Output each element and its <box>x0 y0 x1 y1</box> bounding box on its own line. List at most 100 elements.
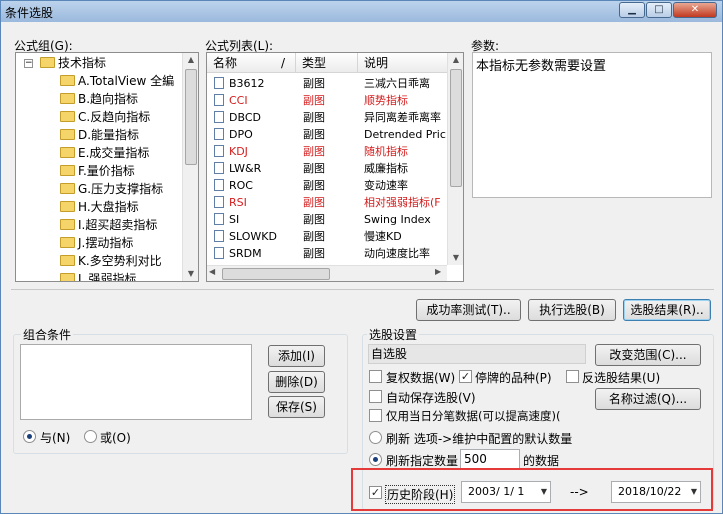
title-bar: 条件选股 ▁ □ ✕ <box>1 1 722 22</box>
maximize-button[interactable]: □ <box>646 2 672 18</box>
formula-file-icon <box>214 230 224 242</box>
formula-file-icon <box>214 162 224 174</box>
table-row[interactable]: CCI 副图 顺势指标 <box>207 92 447 109</box>
table-row[interactable]: LW&R 副图 威廉指标 <box>207 160 447 177</box>
table-row[interactable]: B3612 副图 三减六日乖离 <box>207 75 447 92</box>
table-row[interactable]: KDJ 副图 随机指标 <box>207 143 447 160</box>
cell-name: B3612 <box>229 77 265 90</box>
tree-scrollbar[interactable]: ▲ ▼ <box>182 53 198 281</box>
tree-item-label: D.能量指标 <box>78 128 140 142</box>
table-row[interactable]: ROC 副图 变动速率 <box>207 177 447 194</box>
scroll-thumb[interactable] <box>185 69 197 165</box>
add-button[interactable]: 添加(I) <box>268 345 325 367</box>
tree-item-label: B.趋向指标 <box>78 92 139 106</box>
scroll-down-icon[interactable]: ▼ <box>183 267 198 281</box>
folder-icon <box>60 111 75 122</box>
and-radio[interactable] <box>23 430 36 443</box>
cell-desc: 顺势指标 <box>364 94 408 107</box>
table-row[interactable]: DPO 副图 Detrended Pric <box>207 126 447 143</box>
success-rate-test-button[interactable]: 成功率测试(T).. <box>416 299 521 321</box>
tree-item[interactable]: C.反趋向指标 <box>60 108 150 126</box>
formula-file-icon <box>214 247 224 259</box>
params-text: 本指标无参数需要设置 <box>476 59 607 74</box>
table-row[interactable]: DBCD 副图 异同离差乖离率 <box>207 109 447 126</box>
close-button[interactable]: ✕ <box>673 2 717 18</box>
suspended-checkbox[interactable]: ✓ <box>459 370 472 383</box>
tree-item[interactable]: L.强弱指标 <box>60 270 137 281</box>
date-to-select[interactable]: 2018/10/22 ▼ <box>611 481 701 503</box>
or-radio[interactable] <box>84 430 97 443</box>
date-from-select[interactable]: 2003/ 1/ 1 ▼ <box>461 481 551 503</box>
cell-desc: 变动速率 <box>364 179 408 192</box>
table-row[interactable]: SRDM 副图 动向速度比率 <box>207 245 447 262</box>
scroll-thumb[interactable] <box>450 69 462 187</box>
and-label: 与(N) <box>40 431 71 445</box>
tree-item[interactable]: G.压力支撑指标 <box>60 180 163 198</box>
column-header-desc[interactable]: 说明 <box>358 53 448 73</box>
name-filter-button[interactable]: 名称过滤(Q)... <box>595 388 701 410</box>
cell-name: DBCD <box>229 111 261 124</box>
formula-file-icon <box>214 128 224 140</box>
cell-type: 副图 <box>303 230 325 243</box>
last-day-only-checkbox[interactable] <box>369 409 382 422</box>
cell-desc: 慢速KD <box>364 230 402 243</box>
tree-item[interactable]: A.TotalView 全編 <box>60 72 174 90</box>
scroll-up-icon[interactable]: ▲ <box>183 53 198 67</box>
range-arrow: --> <box>570 485 589 499</box>
column-header-type[interactable]: 类型 <box>296 53 358 73</box>
refresh-default-radio[interactable] <box>369 431 382 444</box>
list-hscrollbar[interactable]: ◀ ▶ <box>207 265 447 281</box>
column-header-name[interactable]: 名称 / <box>207 53 296 73</box>
minimize-button[interactable]: ▁ <box>619 2 645 18</box>
cell-type: 副图 <box>303 247 325 260</box>
restore-data-checkbox[interactable] <box>369 370 382 383</box>
tree-item[interactable]: E.成交量指标 <box>60 144 149 162</box>
list-vscrollbar[interactable]: ▲ ▼ <box>447 53 463 265</box>
table-row[interactable]: RSI 副图 相对强弱指标(F <box>207 194 447 211</box>
chevron-down-icon: ▼ <box>690 487 697 496</box>
tree-root[interactable]: 技术指标 <box>40 54 106 72</box>
tree-item[interactable]: B.趋向指标 <box>60 90 138 108</box>
scroll-down-icon[interactable]: ▼ <box>448 251 463 265</box>
scroll-up-icon[interactable]: ▲ <box>448 53 463 67</box>
folder-icon <box>60 147 75 158</box>
cell-type: 副图 <box>303 179 325 192</box>
deselect-label: 反选股结果(U) <box>582 371 661 385</box>
cell-desc: 动向速度比率 <box>364 247 430 260</box>
cell-desc: 三减六日乖离 <box>364 77 430 90</box>
tree-item-label: K.多空势利对比 <box>78 254 162 268</box>
tree-item[interactable]: I.超买超卖指标 <box>60 216 157 234</box>
change-range-button[interactable]: 改变范围(C)... <box>595 344 701 366</box>
tree-item[interactable]: J.摆动指标 <box>60 234 133 252</box>
cell-desc: 相对强弱指标(F <box>364 196 441 209</box>
run-selection-button[interactable]: 执行选股(B) <box>528 299 616 321</box>
tree-item-label: I.超买超卖指标 <box>78 218 158 232</box>
cell-name: LW&R <box>229 162 262 175</box>
table-row[interactable]: SI 副图 Swing Index <box>207 211 447 228</box>
tree-item[interactable]: D.能量指标 <box>60 126 139 144</box>
scroll-left-icon[interactable]: ◀ <box>209 267 215 276</box>
save-button[interactable]: 保存(S) <box>268 396 325 418</box>
tree-item[interactable]: F.量价指标 <box>60 162 135 180</box>
refresh-count-input[interactable]: 500 <box>460 449 520 469</box>
formula-file-icon <box>214 111 224 123</box>
folder-icon <box>60 183 75 194</box>
history-checkbox[interactable]: ✓ <box>369 486 382 499</box>
tree-item[interactable]: K.多空势利对比 <box>60 252 162 270</box>
selection-results-button[interactable]: 选股结果(R).. <box>623 299 711 321</box>
cell-type: 副图 <box>303 196 325 209</box>
deselect-checkbox[interactable] <box>566 370 579 383</box>
refresh-specified-radio[interactable] <box>369 453 382 466</box>
combo-conditions-list[interactable] <box>20 344 252 420</box>
folder-icon <box>40 57 55 68</box>
auto-save-checkbox[interactable] <box>369 390 382 403</box>
table-row[interactable]: SLOWKD 副图 慢速KD <box>207 228 447 245</box>
cell-name: SRDM <box>229 247 262 260</box>
tree-item[interactable]: H.大盘指标 <box>60 198 139 216</box>
hscroll-thumb[interactable] <box>222 268 330 280</box>
collapse-icon[interactable]: − <box>24 59 33 68</box>
formula-file-icon <box>214 179 224 191</box>
folder-icon <box>60 75 75 86</box>
scroll-right-icon[interactable]: ▶ <box>435 267 441 276</box>
delete-button[interactable]: 删除(D) <box>268 371 325 393</box>
